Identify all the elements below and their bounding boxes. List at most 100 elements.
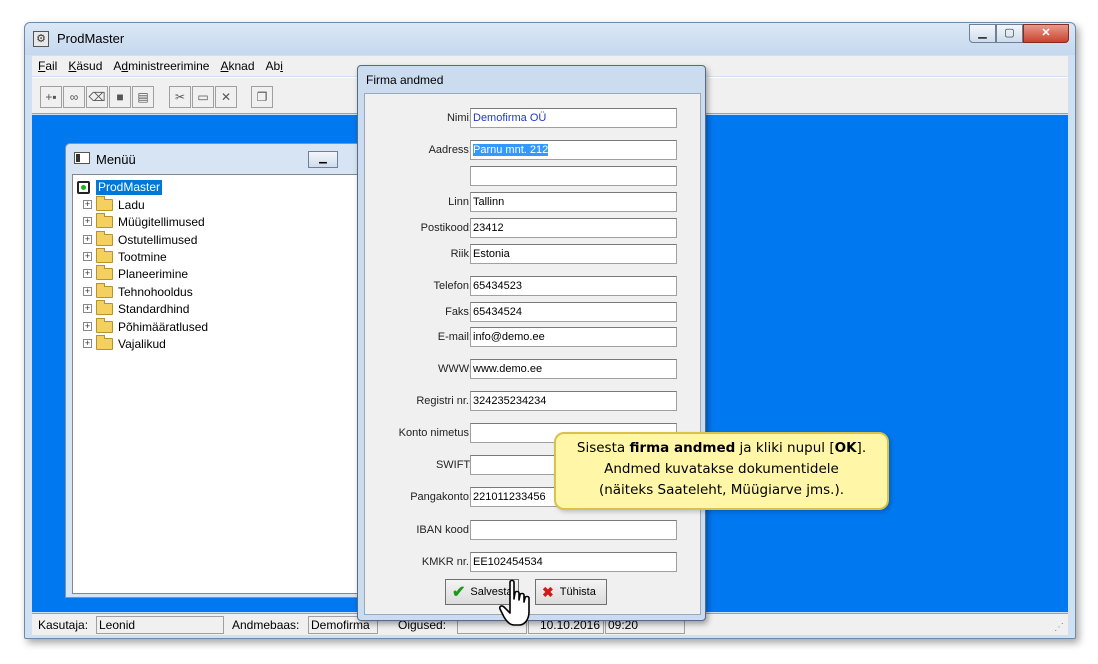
binoculars-icon[interactable]: ∞ xyxy=(63,86,85,108)
expand-icon[interactable]: + xyxy=(83,217,92,226)
menu-aknad[interactable]: Aknad xyxy=(220,59,254,73)
phone-field[interactable]: 65434523 xyxy=(470,276,677,296)
name-label: Nimi: xyxy=(446,112,472,124)
tree-item-label: Planeerimine xyxy=(118,266,189,281)
print-icon[interactable]: ▤ xyxy=(132,86,154,108)
minimize-button[interactable]: ▁ xyxy=(969,24,996,43)
database-label: Andmebaas: xyxy=(232,618,300,632)
bank-account-label: Pangakonto: xyxy=(410,491,472,503)
tree-item-planeerimine[interactable]: + Planeerimine xyxy=(83,264,189,282)
root-icon xyxy=(77,180,90,194)
user-value: Leonid xyxy=(96,616,224,634)
name-field[interactable]: Demofirma OÜ xyxy=(470,108,677,128)
tree-item-label: Põhimääratlused xyxy=(118,319,209,334)
menu-administreerimine[interactable]: Administreerimine xyxy=(113,59,209,73)
tree-item-standardhind[interactable]: + Standardhind xyxy=(83,299,190,317)
country-label: Riik: xyxy=(450,248,472,260)
tree-item-ostutellimused[interactable]: + Ostutellimused xyxy=(83,230,198,248)
tree-item-label: Vajalikud xyxy=(118,336,166,351)
www-label: WWW: xyxy=(437,363,472,375)
vat-number-field[interactable]: EE102454534 xyxy=(470,552,677,572)
cut-icon[interactable]: ✂ xyxy=(169,86,191,108)
registry-number-field[interactable]: 324235234234 xyxy=(470,391,677,411)
tree-root-label: ProdMaster xyxy=(96,179,163,195)
folder-icon xyxy=(96,317,113,333)
expand-icon[interactable]: + xyxy=(83,322,92,331)
close-button[interactable]: ✕ xyxy=(1023,24,1069,43)
dialog-title: Firma andmed xyxy=(366,73,444,87)
callout-line-2: Andmed kuvatakse dokumentidele xyxy=(604,461,839,477)
stop-icon[interactable]: ■ xyxy=(109,86,131,108)
city-field[interactable]: Tallinn xyxy=(470,192,677,212)
registry-number-label: Registri nr.: xyxy=(416,395,472,407)
resize-grip[interactable]: ⋰ xyxy=(1054,622,1066,634)
user-label: Kasutaja: xyxy=(38,618,89,632)
tree-item-label: Standardhind xyxy=(118,301,190,316)
phone-label: Telefon: xyxy=(433,280,472,292)
tree-item-tootmine[interactable]: + Tootmine xyxy=(83,247,167,265)
title-bar[interactable]: ⚙ ProdMaster ▁ ▢ ✕ xyxy=(25,23,1075,55)
menu-window: Menüü ▁ ProdMaster + Ladu + Müügitellimuse… xyxy=(65,143,375,598)
copy-icon[interactable]: ❐ xyxy=(251,86,273,108)
menu-window-minimize-button[interactable]: ▁ xyxy=(308,151,338,168)
folder-icon xyxy=(96,334,113,350)
menu-fail[interactable]: Fail xyxy=(38,59,57,73)
email-label: E-mail: xyxy=(437,331,472,343)
tree-item-vajalikud[interactable]: + Vajalikud xyxy=(83,334,166,352)
menu-window-titlebar[interactable]: Menüü ▁ xyxy=(66,144,374,172)
www-field[interactable]: www.demo.ee xyxy=(470,359,677,379)
iban-label: IBAN kood: xyxy=(416,524,472,536)
expand-icon[interactable]: + xyxy=(83,339,92,348)
folder-icon xyxy=(96,282,113,298)
tree-root[interactable]: ProdMaster xyxy=(77,179,163,195)
cancel-button[interactable]: ✖ Tühista xyxy=(535,579,607,605)
fax-field[interactable]: 65434524 xyxy=(470,302,677,322)
menu-kasud[interactable]: Käsud xyxy=(68,59,102,73)
menu-window-title: Menüü xyxy=(96,152,136,167)
expand-icon[interactable]: + xyxy=(83,269,92,278)
postal-code-label: Postikood: xyxy=(420,222,472,234)
tree-item-label: Ladu xyxy=(118,197,145,212)
window-title: ProdMaster xyxy=(57,31,125,46)
maximize-button[interactable]: ▢ xyxy=(996,24,1023,43)
tree-item-label: Tehnohooldus xyxy=(118,284,193,299)
menu-tree: ProdMaster + Ladu + Müügitellimused + Ostut… xyxy=(72,174,368,594)
account-name-label: Konto nimetus: xyxy=(398,427,472,439)
delete-icon[interactable]: ✕ xyxy=(215,86,237,108)
expand-icon[interactable]: + xyxy=(83,235,92,244)
tree-item-muugitellimused[interactable]: + Müügitellimused xyxy=(83,212,205,230)
eraser-icon[interactable]: ⌫ xyxy=(86,86,108,108)
tree-item-ladu[interactable]: + Ladu xyxy=(83,195,145,213)
tree-item-label: Ostutellimused xyxy=(118,232,198,247)
expand-icon[interactable]: + xyxy=(83,287,92,296)
tree-item-pohimaaratlused[interactable]: + Põhimääratlused xyxy=(83,317,209,335)
expand-icon[interactable]: + xyxy=(83,252,92,261)
expand-icon[interactable]: + xyxy=(83,200,92,209)
folder-icon xyxy=(96,195,113,211)
folder-icon xyxy=(96,247,113,263)
tree-item-tehnohooldus[interactable]: + Tehnohooldus xyxy=(83,282,193,300)
new-record-icon[interactable]: +▪ xyxy=(40,86,62,108)
country-field[interactable]: Estonia xyxy=(470,244,677,264)
address-value: Parnu mnt. 212 xyxy=(473,144,549,156)
expand-icon[interactable]: + xyxy=(83,304,92,313)
folder-icon[interactable]: ▭ xyxy=(192,86,214,108)
instruction-callout: Sisesta firma andmed ja kliki nupul [OK]… xyxy=(554,432,889,510)
app-icon: ⚙ xyxy=(33,31,49,47)
email-field[interactable]: info@demo.ee xyxy=(470,327,677,347)
hand-cursor-icon xyxy=(499,579,530,626)
folder-icon xyxy=(96,264,113,280)
cancel-button-label: Tühista xyxy=(559,586,596,598)
checkmark-icon: ✔ xyxy=(452,584,466,601)
postal-code-field[interactable]: 23412 xyxy=(470,218,677,238)
fax-label: Faks: xyxy=(445,306,472,318)
menu-abi[interactable]: Abi xyxy=(266,59,283,73)
address-field[interactable]: Parnu mnt. 212 xyxy=(470,140,677,160)
address-line2-field[interactable] xyxy=(470,166,677,186)
swift-label: SWIFT: xyxy=(435,459,472,471)
folder-icon xyxy=(96,299,113,315)
tree-item-label: Tootmine xyxy=(118,249,167,264)
city-label: Linn: xyxy=(448,196,472,208)
callout-line-1: Sisesta firma andmed ja kliki nupul [OK]… xyxy=(576,440,867,456)
iban-field[interactable] xyxy=(470,520,677,540)
